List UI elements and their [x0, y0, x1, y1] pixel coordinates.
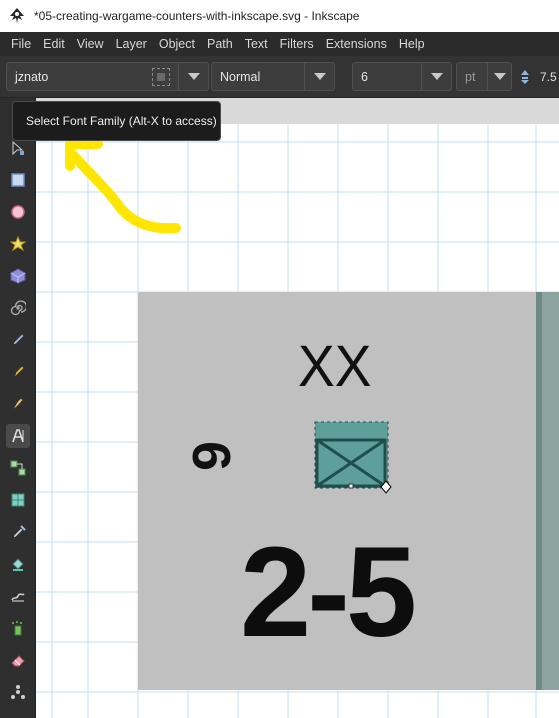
connector-icon [10, 460, 26, 476]
tool-pen[interactable] [6, 360, 30, 384]
font-size-combo[interactable]: 6 [352, 62, 452, 91]
line-spacing-icon [521, 70, 529, 84]
font-size-dropdown[interactable] [421, 63, 451, 90]
pen-icon [13, 365, 25, 379]
chevron-down-icon [187, 73, 200, 80]
box3d-icon [10, 268, 26, 284]
pencil-icon [12, 333, 25, 346]
toolbox [0, 98, 36, 718]
font-collection-icon[interactable] [152, 67, 170, 86]
menu-bar: File Edit View Layer Object Path Text Fi… [0, 32, 559, 56]
tool-star[interactable] [6, 232, 30, 256]
tool-dropper[interactable] [6, 520, 30, 544]
font-family-value: jznato [15, 69, 49, 84]
strength-text[interactable]: 2-5 [240, 528, 417, 658]
tool-calligraphy[interactable] [6, 392, 30, 416]
tool-text[interactable] [6, 424, 30, 448]
unit-size-text[interactable]: XX [298, 334, 372, 400]
circle-icon [11, 205, 25, 219]
paint-bucket-icon [12, 558, 24, 571]
menu-filters[interactable]: Filters [274, 32, 320, 56]
menu-text[interactable]: Text [239, 32, 274, 56]
text-icon [12, 429, 24, 443]
font-family-tooltip: Select Font Family (Alt-X to access) [12, 101, 221, 141]
tool-rectangle[interactable] [6, 168, 30, 192]
annotation-arrow [65, 139, 181, 234]
menu-layer[interactable]: Layer [110, 32, 153, 56]
chevron-down-icon [493, 73, 506, 80]
font-family-dropdown[interactable] [178, 63, 208, 90]
inkscape-logo-icon [10, 8, 24, 23]
font-size-value: 6 [361, 69, 368, 84]
spiral-icon [10, 300, 26, 316]
font-unit-combo[interactable]: pt [456, 62, 512, 91]
font-unit-value: pt [465, 69, 476, 84]
rotated-value-text[interactable]: 6 [181, 431, 241, 481]
calligraphy-icon [12, 397, 24, 411]
tool-connector[interactable] [6, 456, 30, 480]
tool-circle[interactable] [6, 200, 30, 224]
mesh-icon [11, 493, 25, 507]
tool-measure[interactable] [6, 680, 30, 704]
text-tool-controls-bar: jznato Normal 6 pt 7.5 [0, 56, 559, 98]
measure-icon [11, 685, 25, 699]
font-family-combo[interactable]: jznato [6, 62, 209, 91]
spray-icon [12, 621, 22, 636]
window-title: *05-creating-wargame-counters-with-inksc… [34, 9, 360, 23]
star-icon [10, 236, 26, 252]
tool-spiral[interactable] [6, 296, 30, 320]
tool-mesh[interactable] [6, 488, 30, 512]
title-bar: *05-creating-wargame-counters-with-inksc… [0, 0, 559, 32]
tool-tweak[interactable] [6, 584, 30, 608]
menu-path[interactable]: Path [201, 32, 239, 56]
chevron-down-icon [430, 73, 443, 80]
eraser-icon [11, 655, 25, 667]
tool-paint-bucket[interactable] [6, 552, 30, 576]
font-style-combo[interactable]: Normal [211, 62, 335, 91]
tool-3dbox[interactable] [6, 264, 30, 288]
tool-pencil[interactable] [6, 328, 30, 352]
line-spacing-value[interactable]: 7.5 [540, 70, 557, 84]
font-unit-dropdown[interactable] [487, 63, 511, 90]
tool-spray[interactable] [6, 616, 30, 640]
tool-eraser[interactable] [6, 648, 30, 672]
menu-file[interactable]: File [0, 32, 37, 56]
font-style-dropdown[interactable] [304, 63, 334, 90]
chevron-down-icon [313, 73, 326, 80]
drawing-canvas[interactable]: XX 6 2-5 [36, 98, 559, 718]
menu-object[interactable]: Object [153, 32, 201, 56]
menu-help[interactable]: Help [393, 32, 431, 56]
rectangle-icon [11, 173, 25, 187]
dropper-icon [12, 525, 26, 539]
node-icon [12, 140, 24, 156]
font-style-value: Normal [220, 69, 261, 84]
menu-view[interactable]: View [71, 32, 110, 56]
tweak-icon [11, 593, 25, 602]
unit-symbol[interactable] [314, 421, 392, 494]
menu-edit[interactable]: Edit [37, 32, 71, 56]
menu-extensions[interactable]: Extensions [320, 32, 393, 56]
